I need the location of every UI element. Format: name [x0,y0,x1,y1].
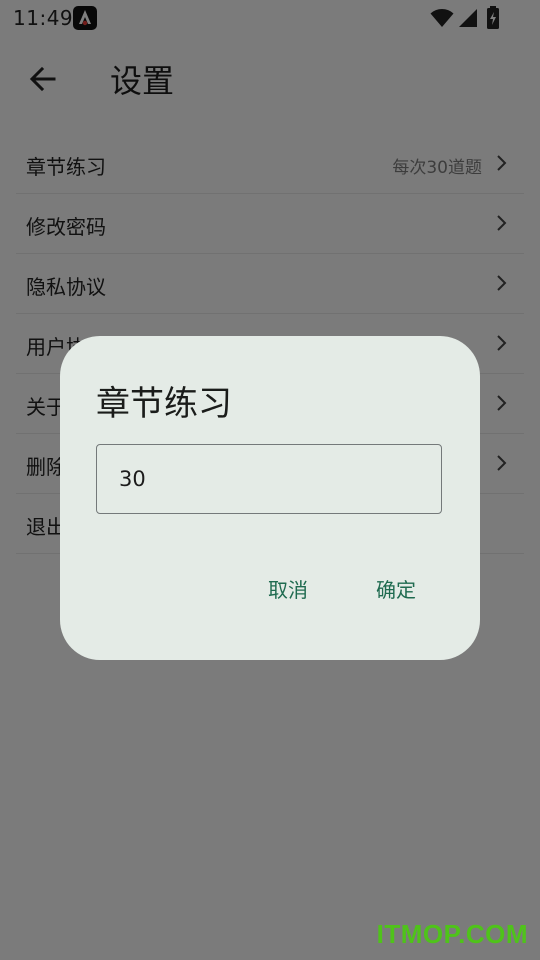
question-count-input[interactable] [96,444,442,514]
confirm-button[interactable]: 确定 [364,566,428,610]
chapter-practice-dialog: 章节练习 取消 确定 [60,336,480,660]
watermark: ITMOP.COM [376,919,528,949]
cancel-button[interactable]: 取消 [256,566,320,610]
dialog-title: 章节练习 [96,384,232,424]
screen: 11:49 设置 [0,0,540,960]
